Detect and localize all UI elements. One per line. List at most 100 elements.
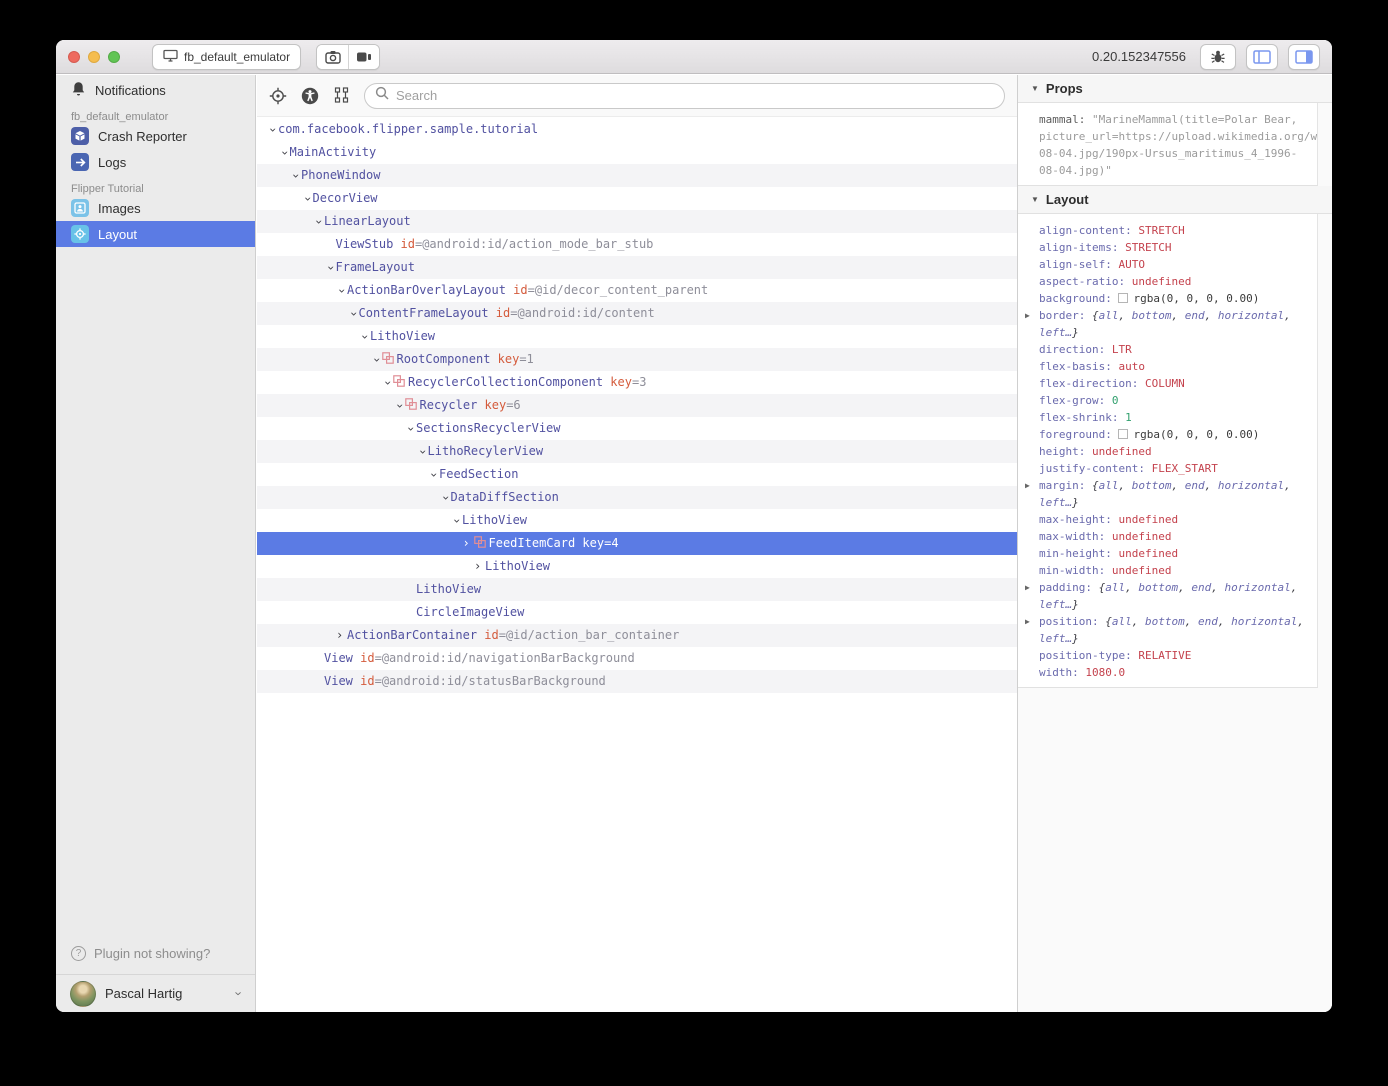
tree-row[interactable]: ›com.facebook.flipper.sample.tutorial [257,118,1017,141]
collapse-icon[interactable]: › [445,517,468,528]
layout-prop-row[interactable]: width: 1080.0 [1018,664,1317,681]
expand-icon[interactable]: ▶ [1025,307,1030,324]
tree-row[interactable]: ›ContentFrameLayout id=@android:id/conte… [257,302,1017,325]
layout-prop-row[interactable]: ▶border: {all, bottom, end, horizontal, … [1018,307,1317,341]
tree-row[interactable]: ›Recycler key=6 [257,394,1017,417]
color-swatch[interactable] [1118,293,1128,303]
tree-row[interactable]: LithoView [257,578,1017,601]
tree-row[interactable]: View id=@android:id/navigationBarBackgro… [257,647,1017,670]
expand-icon[interactable]: › [474,555,485,578]
sidebar-item-logs[interactable]: Logs [56,149,255,175]
layout-prop-row[interactable]: justify-content: FLEX_START [1018,460,1317,477]
layout-prop-row[interactable]: background: rgba(0, 0, 0, 0.00) [1018,290,1317,307]
layout-prop-row[interactable]: ▶padding: {all, bottom, end, horizontal,… [1018,579,1317,613]
layout-prop-row[interactable]: flex-grow: 0 [1018,392,1317,409]
prop-key: mammal: [1039,113,1085,126]
tree-row[interactable]: ›LinearLayout [257,210,1017,233]
tree-row[interactable]: ›LithoView [257,555,1017,578]
layout-prop-row[interactable]: aspect-ratio: undefined [1018,273,1317,290]
plugin-help-link[interactable]: ? Plugin not showing? [56,938,255,968]
collapse-icon[interactable]: › [273,149,296,160]
layout-prop-row[interactable]: flex-basis: auto [1018,358,1317,375]
collapse-icon[interactable]: › [319,264,342,275]
color-swatch[interactable] [1118,429,1128,439]
expand-all-button[interactable] [333,87,350,104]
tree-row[interactable]: ›PhoneWindow [257,164,1017,187]
screen-record-button[interactable] [348,45,379,69]
device-selector[interactable]: fb_default_emulator [152,44,301,70]
expand-icon[interactable]: ▶ [1025,477,1030,494]
collapse-icon[interactable]: › [261,126,284,137]
collapse-icon[interactable]: › [434,494,457,505]
toggle-left-sidebar-button[interactable] [1246,44,1278,70]
collapse-icon[interactable]: › [411,448,434,459]
expand-icon[interactable]: › [336,624,347,647]
collapse-icon[interactable]: › [330,287,353,298]
tree-row[interactable]: ›FeedSection [257,463,1017,486]
tree-row[interactable]: ›LithoView [257,325,1017,348]
prop-row[interactable]: mammal: "MarineMammal(title=Polar Bear, [1018,111,1317,128]
node-attr-key: key [603,375,632,389]
layout-prop-row[interactable]: max-height: undefined [1018,511,1317,528]
sidebar-item-layout[interactable]: Layout [56,221,255,247]
layout-prop-row[interactable]: max-width: undefined [1018,528,1317,545]
screenshot-button[interactable] [317,45,348,69]
layout-prop-row[interactable]: align-self: AUTO [1018,256,1317,273]
layout-prop-row[interactable]: align-items: STRETCH [1018,239,1317,256]
collapse-icon[interactable]: › [388,402,411,413]
user-menu[interactable]: Pascal Hartig › [56,974,255,1012]
layout-prop-row[interactable]: height: undefined [1018,443,1317,460]
props-section-header[interactable]: ▼ Props [1018,75,1332,103]
tree-row[interactable]: ›MainActivity [257,141,1017,164]
collapse-icon[interactable]: › [284,172,307,183]
layout-prop-row[interactable]: min-width: undefined [1018,562,1317,579]
expand-icon[interactable]: ▶ [1025,613,1030,630]
tree-row[interactable]: ›ActionBarContainer id=@id/action_bar_co… [257,624,1017,647]
layout-prop-row[interactable]: flex-shrink: 1 [1018,409,1317,426]
target-mode-button[interactable] [269,87,287,105]
layout-prop-row[interactable]: min-height: undefined [1018,545,1317,562]
tree-row[interactable]: ›SectionsRecyclerView [257,417,1017,440]
layout-section-header[interactable]: ▼ Layout [1018,186,1332,214]
zoom-button[interactable] [108,51,120,63]
tree-row[interactable]: ›ActionBarOverlayLayout id=@id/decor_con… [257,279,1017,302]
collapse-icon[interactable]: › [296,195,319,206]
collapse-icon[interactable]: › [353,333,376,344]
tree-row[interactable]: ›DecorView [257,187,1017,210]
prop-value-line: 08-04.jpg/190px-Ursus_maritimus_4_1996- [1018,145,1317,162]
search-input[interactable] [396,88,994,103]
layout-prop-row[interactable]: flex-direction: COLUMN [1018,375,1317,392]
tree-row[interactable]: ›LithoRecylerView [257,440,1017,463]
tree-row[interactable]: ›DataDiffSection [257,486,1017,509]
layout-prop-row[interactable]: position-type: RELATIVE [1018,647,1317,664]
collapse-icon[interactable]: › [307,218,330,229]
tree-row[interactable]: ›RecyclerCollectionComponent key=3 [257,371,1017,394]
tree-row[interactable]: View id=@android:id/statusBarBackground [257,670,1017,693]
layout-prop-row[interactable]: align-content: STRETCH [1018,222,1317,239]
minimize-button[interactable] [88,51,100,63]
tree-row[interactable]: ›LithoView [257,509,1017,532]
sidebar-item-notifications[interactable]: Notifications [56,77,255,103]
tree-row[interactable]: CircleImageView [257,601,1017,624]
layout-prop-row[interactable]: foreground: rgba(0, 0, 0, 0.00) [1018,426,1317,443]
sidebar-item-images[interactable]: Images [56,195,255,221]
collapse-icon[interactable]: › [342,310,365,321]
layout-prop-row[interactable]: direction: LTR [1018,341,1317,358]
tree-row[interactable]: ›FeedItemCard key=4 [257,532,1017,555]
layout-prop-row[interactable]: ▶position: {all, bottom, end, horizontal… [1018,613,1317,647]
collapse-icon[interactable]: › [422,471,445,482]
tree-row[interactable]: ›FrameLayout [257,256,1017,279]
collapse-icon[interactable]: › [399,425,422,436]
collapse-icon[interactable]: › [376,379,399,390]
layout-prop-row[interactable]: ▶margin: {all, bottom, end, horizontal, … [1018,477,1317,511]
accessibility-mode-button[interactable] [301,87,319,105]
tree-row[interactable]: ›RootComponent key=1 [257,348,1017,371]
sidebar-item-crash-reporter[interactable]: Crash Reporter [56,123,255,149]
close-button[interactable] [68,51,80,63]
tree-row[interactable]: ViewStub id=@android:id/action_mode_bar_… [257,233,1017,256]
expand-icon[interactable]: ▶ [1025,579,1030,596]
bug-report-button[interactable] [1200,44,1236,70]
expand-icon[interactable]: › [463,532,474,555]
toggle-right-sidebar-button[interactable] [1288,44,1320,70]
collapse-icon[interactable]: › [365,356,388,367]
